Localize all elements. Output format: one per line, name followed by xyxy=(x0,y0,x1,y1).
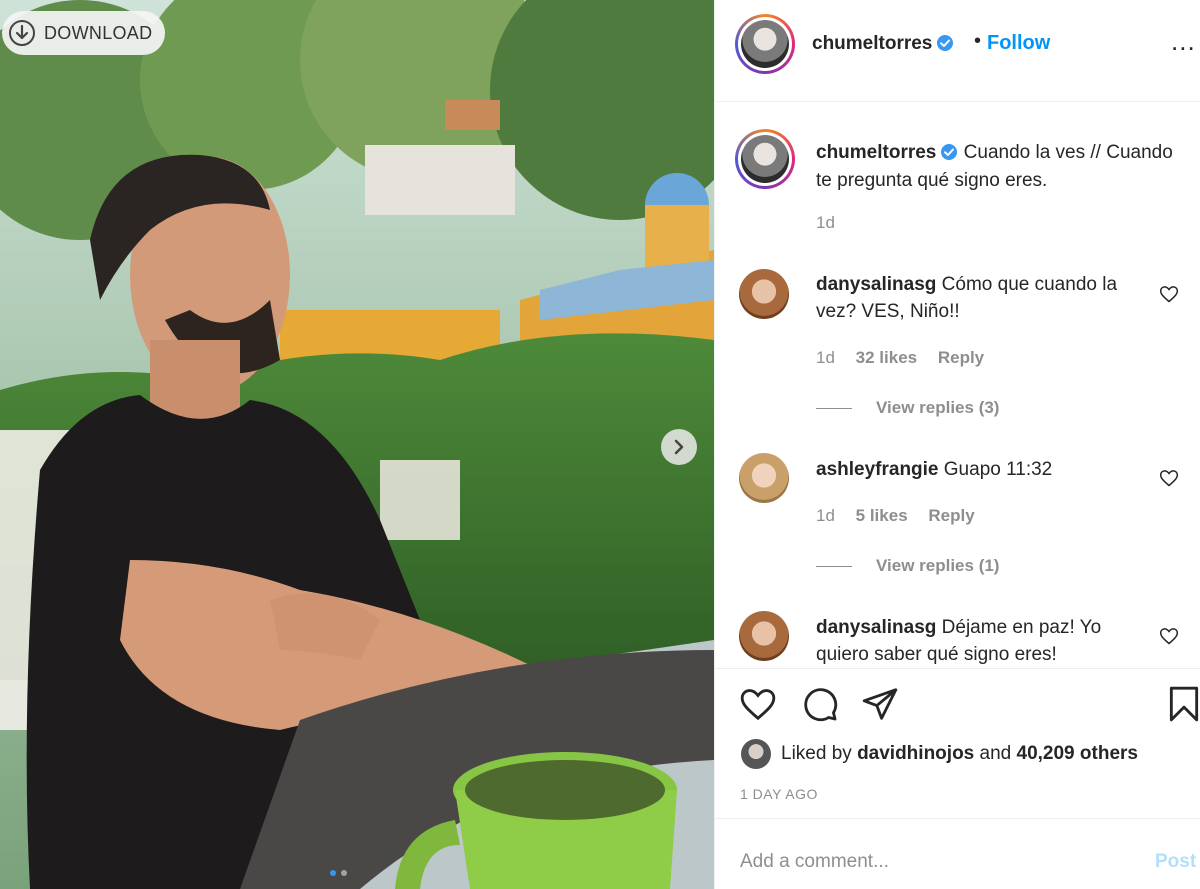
download-label: DOWNLOAD xyxy=(44,22,153,43)
carousel-dot-active xyxy=(330,870,336,876)
save-bookmark-icon[interactable] xyxy=(1165,685,1200,723)
comment-time[interactable]: 1d xyxy=(816,506,835,525)
caption-time[interactable]: 1d xyxy=(816,213,835,233)
post-comment-button[interactable]: Post xyxy=(1155,851,1196,873)
comment-meta: 1d 5 likes Reply xyxy=(816,506,991,526)
comment: danysalinasg Cómo que cuando la vez? VES… xyxy=(816,271,1136,325)
chevron-right-icon xyxy=(674,439,684,455)
comment: ashleyfrangie Guapo 11:32 xyxy=(816,456,1136,483)
comment-like-heart-icon[interactable] xyxy=(1159,468,1179,488)
like-heart-icon[interactable] xyxy=(739,685,777,723)
comment-meta: 1d 32 likes Reply xyxy=(816,348,1000,368)
carousel-indicator xyxy=(330,870,347,876)
post-date[interactable]: 1 DAY AGO xyxy=(740,786,818,802)
comment-reply-button[interactable]: Reply xyxy=(928,506,974,525)
comment-username[interactable]: danysalinasg xyxy=(816,274,936,295)
liked-by-others[interactable]: 40,209 others xyxy=(1017,743,1138,765)
comment-avatar[interactable] xyxy=(739,611,789,661)
comments-list[interactable]: chumeltorres Cuando la ves // Cuando te … xyxy=(715,103,1200,668)
carousel-dot xyxy=(341,870,347,876)
caption-avatar[interactable] xyxy=(735,129,795,189)
author-avatar[interactable] xyxy=(735,14,795,74)
verified-badge-icon xyxy=(937,35,954,51)
more-options-button[interactable]: ... xyxy=(1171,26,1196,57)
comment-likes[interactable]: 5 likes xyxy=(856,506,908,525)
liked-by-and: and xyxy=(979,743,1012,764)
carousel-next-button[interactable] xyxy=(661,429,697,465)
comment-reply-button[interactable]: Reply xyxy=(938,348,984,367)
comment-text: Guapo 11:32 xyxy=(943,459,1053,480)
comment-username[interactable]: danysalinasg xyxy=(816,617,936,638)
view-replies-button[interactable]: View replies (1) xyxy=(816,556,999,576)
post-image xyxy=(0,0,714,889)
comment-time[interactable]: 1d xyxy=(816,348,835,367)
comment-avatar[interactable] xyxy=(739,269,789,319)
comment-like-heart-icon[interactable] xyxy=(1159,284,1179,304)
follow-button[interactable]: Follow xyxy=(987,32,1050,55)
liker-avatar[interactable] xyxy=(741,739,771,769)
view-replies-button[interactable]: View replies (3) xyxy=(816,398,999,418)
comment-like-heart-icon[interactable] xyxy=(1159,626,1179,646)
liked-by-prefix: Liked by xyxy=(781,743,852,764)
add-comment-bar: Add a comment... Post xyxy=(715,818,1200,889)
comment-likes[interactable]: 32 likes xyxy=(856,348,917,367)
post-side-panel: chumeltorres • Follow ... chumeltorres C… xyxy=(714,0,1200,889)
liked-by-user[interactable]: davidhinojos xyxy=(857,743,974,765)
header-separator: • xyxy=(974,30,982,52)
comment-input[interactable]: Add a comment... xyxy=(740,851,889,873)
download-button[interactable]: DOWNLOAD xyxy=(2,11,165,55)
comment-username[interactable]: ashleyfrangie xyxy=(816,459,939,480)
caption-username[interactable]: chumeltorres xyxy=(816,142,958,163)
download-circle-icon xyxy=(9,20,35,46)
liked-by: Liked by davidhinojos and 40,209 others xyxy=(741,739,1138,769)
post-actions: Liked by davidhinojos and 40,209 others … xyxy=(715,668,1200,818)
comment: danysalinasg Déjame en paz! Yo quiero sa… xyxy=(816,614,1136,668)
author-username[interactable]: chumeltorres xyxy=(812,33,954,55)
share-paper-plane-icon[interactable] xyxy=(861,685,899,723)
comment-bubble-icon[interactable] xyxy=(801,685,839,723)
post-photo[interactable]: DOWNLOAD xyxy=(0,0,714,889)
comment-avatar[interactable] xyxy=(739,453,789,503)
caption: chumeltorres Cuando la ves // Cuando te … xyxy=(816,139,1176,195)
post-header: chumeltorres • Follow ... xyxy=(715,0,1200,102)
verified-badge-icon xyxy=(941,144,958,160)
